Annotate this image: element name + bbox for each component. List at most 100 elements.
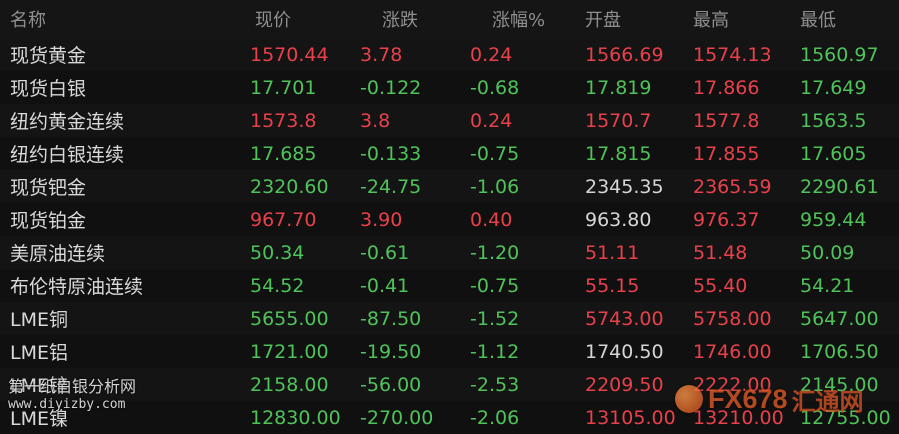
table-row[interactable]: 布伦特原油连续 54.52 -0.41 -0.75 55.15 55.40 54.21 (0, 269, 899, 302)
row-change: -0.122 (360, 76, 422, 99)
row-open: 13105.00 (585, 406, 676, 429)
row-open: 1566.69 (585, 43, 664, 66)
row-high: 51.48 (693, 241, 748, 264)
table-row[interactable]: 美原油连续 50.34 -0.61 -1.20 51.11 51.48 50.09 (0, 236, 899, 269)
row-open: 1570.7 (585, 109, 652, 132)
row-open: 2345.35 (585, 175, 664, 198)
row-open: 17.815 (585, 142, 652, 165)
row-open: 55.15 (585, 274, 640, 297)
watermark-subbrand: 汇通网 (791, 387, 864, 416)
row-change: -0.133 (360, 142, 422, 165)
watermark-brand: FX678 (708, 383, 788, 414)
row-low: 50.09 (800, 241, 855, 264)
row-change-pct: 0.24 (470, 109, 513, 132)
column-header-high[interactable]: 最高 (693, 0, 793, 38)
table-row[interactable]: 现货黄金 1570.44 3.78 0.24 1566.69 1574.13 1560.97 (0, 38, 899, 71)
row-name: 现货钯金 (10, 177, 87, 199)
row-change-pct: -0.68 (470, 76, 520, 99)
row-change-pct: -1.20 (470, 241, 520, 264)
row-change-pct: 0.40 (470, 208, 513, 231)
column-header-low[interactable]: 最低 (800, 0, 899, 38)
table-row[interactable]: 现货铂金 967.70 3.90 0.40 963.80 976.37 959.44 (0, 203, 899, 236)
row-change: -19.50 (360, 340, 422, 363)
row-price: 17.685 (250, 142, 317, 165)
row-change: -56.00 (360, 373, 422, 396)
row-open: 51.11 (585, 241, 640, 264)
row-name: 现货白银 (10, 78, 87, 100)
row-price: 1573.8 (250, 109, 317, 132)
table-row[interactable]: 现货白银 17.701 -0.122 -0.68 17.819 17.866 17.649 (0, 71, 899, 104)
row-change-pct: -2.53 (470, 373, 520, 396)
quote-table: 名称 现价 涨跌 涨幅% 开盘 最高 最低 现货黄金 1570.44 3.78 0.2… (0, 0, 899, 434)
row-low: 2290.61 (800, 175, 879, 198)
row-change: -24.75 (360, 175, 422, 198)
row-change: 3.8 (360, 109, 391, 132)
table-header: 名称 现价 涨跌 涨幅% 开盘 最高 最低 (0, 0, 899, 38)
fx678-logo-icon (675, 385, 703, 413)
row-name: 现货黄金 (10, 45, 87, 67)
row-high: 17.866 (693, 76, 760, 99)
row-low: 17.605 (800, 142, 867, 165)
row-high: 1577.8 (693, 109, 760, 132)
row-open: 17.819 (585, 76, 652, 99)
row-high: 2365.59 (693, 175, 772, 198)
row-price: 1570.44 (250, 43, 329, 66)
row-change: -270.00 (360, 406, 434, 429)
row-price: 2320.60 (250, 175, 329, 198)
row-high: 5758.00 (693, 307, 772, 330)
row-change-pct: -0.75 (470, 142, 520, 165)
watermark-left: 第一纸白银分析网 www.diyizby.com (8, 378, 136, 414)
row-high: 1574.13 (693, 43, 772, 66)
column-header-change-pct[interactable]: 涨幅% (492, 0, 592, 38)
row-change-pct: -0.75 (470, 274, 520, 297)
row-change: -0.41 (360, 274, 410, 297)
row-low: 1563.5 (800, 109, 867, 132)
row-low: 54.21 (800, 274, 855, 297)
row-price: 1721.00 (250, 340, 329, 363)
row-low: 1560.97 (800, 43, 879, 66)
watermark-url: www.diyizby.com (8, 397, 126, 412)
row-high: 55.40 (693, 274, 748, 297)
row-name: 现货铂金 (10, 210, 87, 232)
row-low: 5647.00 (800, 307, 879, 330)
row-change-pct: 0.24 (470, 43, 513, 66)
column-header-name[interactable]: 名称 (10, 0, 230, 38)
row-price: 5655.00 (250, 307, 329, 330)
row-high: 976.37 (693, 208, 760, 231)
table-row[interactable]: LME铝 1721.00 -19.50 -1.12 1740.50 1746.00 1706… (0, 335, 899, 368)
column-header-open[interactable]: 开盘 (585, 0, 685, 38)
row-change-pct: -1.12 (470, 340, 520, 363)
row-name: 布伦特原油连续 (10, 276, 144, 298)
row-price: 967.70 (250, 208, 317, 231)
row-price: 2158.00 (250, 373, 329, 396)
row-change-pct: -2.06 (470, 406, 520, 429)
row-low: 1706.50 (800, 340, 879, 363)
table-row[interactable]: 纽约白银连续 17.685 -0.133 -0.75 17.815 17.855 17.60… (0, 137, 899, 170)
row-low: 959.44 (800, 208, 867, 231)
row-name: 纽约黄金连续 (10, 111, 125, 133)
row-price: 17.701 (250, 76, 317, 99)
row-open: 5743.00 (585, 307, 664, 330)
row-price: 12830.00 (250, 406, 341, 429)
row-name: LME铝 (10, 342, 68, 364)
row-price: 50.34 (250, 241, 305, 264)
row-change: -0.61 (360, 241, 410, 264)
row-change: -87.50 (360, 307, 422, 330)
table-row[interactable]: 现货钯金 2320.60 -24.75 -1.06 2345.35 2365.59 2290… (0, 170, 899, 203)
row-change: 3.90 (360, 208, 403, 231)
row-open: 1740.50 (585, 340, 664, 363)
row-name: 纽约白银连续 (10, 144, 125, 166)
row-low: 17.649 (800, 76, 867, 99)
row-high: 1746.00 (693, 340, 772, 363)
row-price: 54.52 (250, 274, 305, 297)
row-open: 963.80 (585, 208, 652, 231)
table-row[interactable]: LME铜 5655.00 -87.50 -1.52 5743.00 5758.00 5647… (0, 302, 899, 335)
row-high: 17.855 (693, 142, 760, 165)
row-open: 2209.50 (585, 373, 664, 396)
column-header-change[interactable]: 涨跌 (382, 0, 482, 38)
row-change-pct: -1.06 (470, 175, 520, 198)
watermark-right: FX678 汇通网 (675, 382, 895, 416)
table-row[interactable]: 纽约黄金连续 1573.8 3.8 0.24 1570.7 1577.8 1563.5 (0, 104, 899, 137)
column-header-price[interactable]: 现价 (255, 0, 355, 38)
row-name: 美原油连续 (10, 243, 106, 265)
